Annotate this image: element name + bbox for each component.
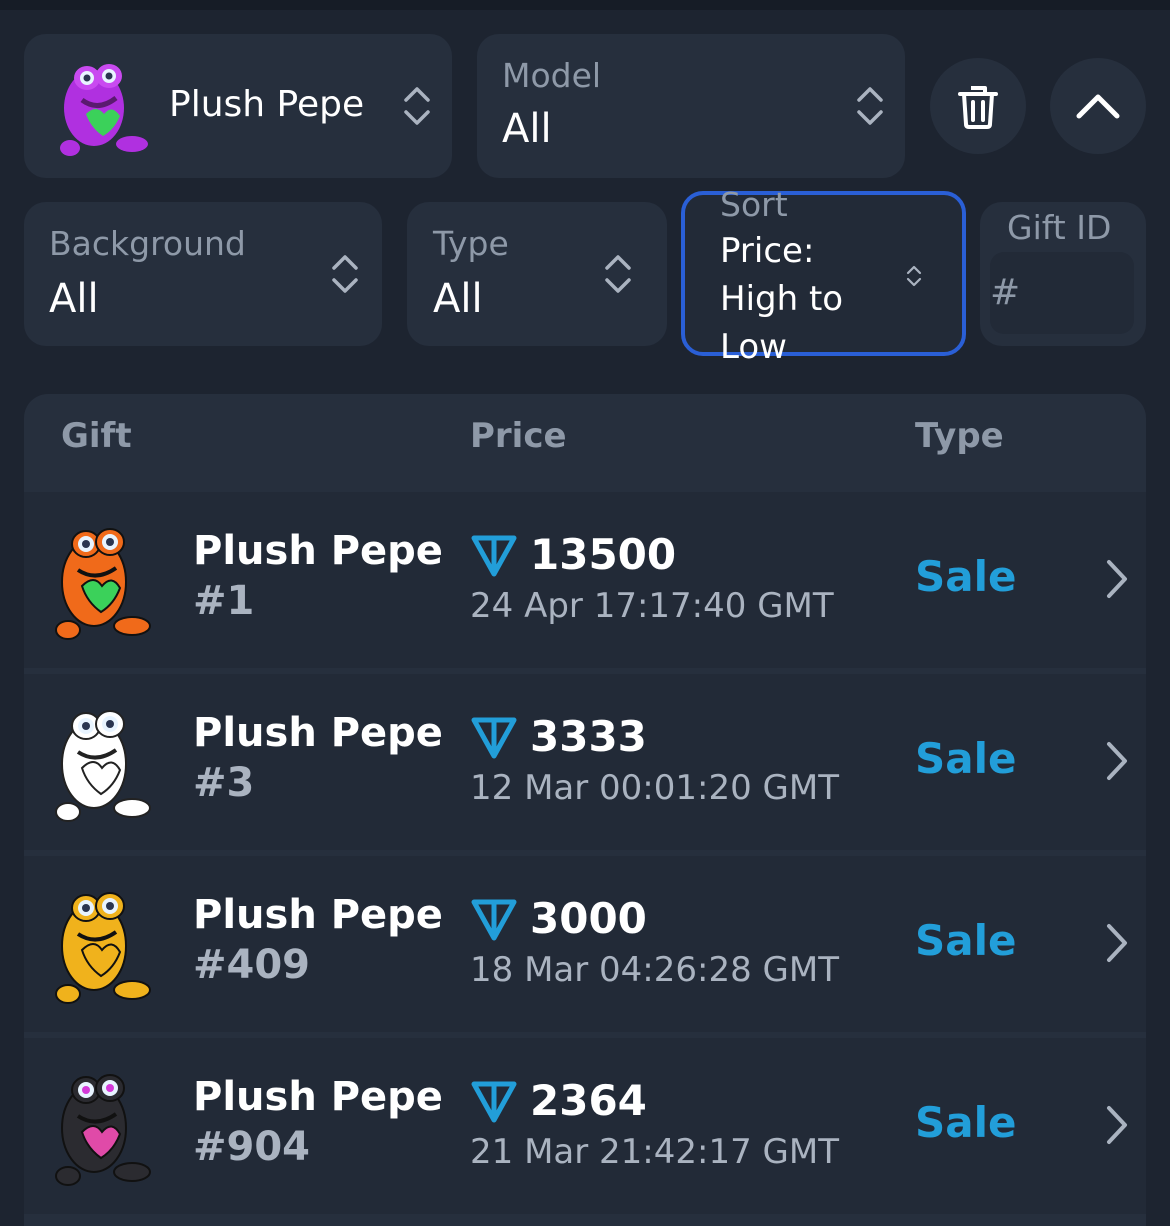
gift-price: 3000: [530, 894, 647, 943]
sort-value-line3: Low: [720, 327, 787, 367]
plush-pepe-purple-icon: [60, 64, 148, 156]
gift-id-input[interactable]: #: [990, 252, 1134, 334]
table-row[interactable]: Plush Pepe #1 13500 24 Apr 17:17:40 GMT Sale: [24, 492, 1146, 668]
type-select[interactable]: Type All: [407, 202, 667, 346]
gift-date: 24 Apr 17:17:40 GMT: [470, 586, 834, 626]
type-label: Type: [433, 224, 509, 263]
chevron-right-icon: [1107, 742, 1127, 780]
table-row[interactable]: Plush Pepe #3 3333 12 Mar 00:01:20 GMT Sale: [24, 674, 1146, 850]
background-value: All: [49, 276, 99, 322]
gift-thumbnail-icon: [55, 528, 151, 640]
collection-value: Plush Pepe: [169, 84, 365, 125]
chevron-right-icon: [1107, 560, 1127, 598]
gift-id-label: Gift ID: [1007, 208, 1112, 247]
gift-date: 21 Mar 21:42:17 GMT: [470, 1132, 839, 1172]
column-header-price: Price: [470, 416, 567, 456]
model-select[interactable]: Model All: [477, 34, 905, 178]
gift-price: 3333: [530, 712, 647, 761]
sort-value-line1: Price:: [720, 231, 815, 271]
gift-name: Plush Pepe: [193, 892, 443, 938]
chevron-right-icon: [1107, 1106, 1127, 1144]
column-header-type: Type: [915, 416, 1004, 456]
sort-select[interactable]: Sort Price: High to Low: [681, 185, 966, 367]
updown-chevron-icon: [605, 255, 631, 293]
chevron-right-icon: [1107, 924, 1127, 962]
gift-number: #904: [193, 1124, 311, 1170]
chevron-up-icon: [1076, 94, 1120, 119]
model-value: All: [502, 106, 552, 152]
gift-number: #3: [193, 760, 255, 806]
type-value: All: [433, 276, 483, 322]
gift-date: 12 Mar 00:01:20 GMT: [470, 768, 839, 808]
gift-id-placeholder: #: [990, 272, 1021, 313]
gift-table: Gift Price Type Plush Pepe #1 13500 24 Apr …: [24, 394, 1146, 1226]
gift-type: Sale: [915, 1098, 1017, 1147]
gift-price: 13500: [530, 530, 677, 579]
collection-select[interactable]: Plush Pepe: [24, 34, 452, 178]
gift-thumbnail-icon: [55, 892, 151, 1004]
gift-thumbnail-icon: [55, 1074, 151, 1186]
sort-value-line2: High to: [720, 279, 844, 319]
ton-diamond-icon: [471, 717, 517, 759]
table-row[interactable]: Plush Pepe #409 3000 18 Mar 04:26:28 GMT Sal…: [24, 856, 1146, 1032]
ton-diamond-icon: [471, 899, 517, 941]
gift-name: Plush Pepe: [193, 1074, 443, 1120]
gift-type: Sale: [915, 916, 1017, 965]
updown-chevron-icon: [857, 87, 883, 125]
table-row[interactable]: Plush Pepe #904 2364 21 Mar 21:42:17 GMT Sal…: [24, 1038, 1146, 1214]
column-header-gift: Gift: [61, 416, 132, 456]
model-label: Model: [502, 56, 602, 95]
updown-chevron-icon: [404, 87, 430, 125]
gift-thumbnail-icon: [55, 710, 151, 822]
gift-type: Sale: [915, 552, 1017, 601]
gift-type: Sale: [915, 734, 1017, 783]
gift-number: #1: [193, 578, 255, 624]
top-divider: [0, 0, 1170, 10]
background-label: Background: [49, 224, 246, 263]
gift-number: #409: [193, 942, 311, 988]
gift-date: 18 Mar 04:26:28 GMT: [470, 950, 839, 990]
updown-chevron-icon: [332, 255, 358, 293]
updown-chevron-icon: [906, 265, 922, 287]
background-select[interactable]: Background All: [24, 202, 382, 346]
gift-price: 2364: [530, 1076, 647, 1125]
collapse-filters-button[interactable]: [1050, 58, 1146, 154]
gift-id-field: Gift ID #: [980, 202, 1146, 346]
clear-filters-button[interactable]: [930, 58, 1026, 154]
gift-name: Plush Pepe: [193, 528, 443, 574]
sort-label: Sort: [720, 185, 788, 224]
ton-diamond-icon: [471, 1081, 517, 1123]
ton-diamond-icon: [471, 535, 517, 577]
gift-name: Plush Pepe: [193, 710, 443, 756]
trash-icon: [958, 86, 998, 129]
